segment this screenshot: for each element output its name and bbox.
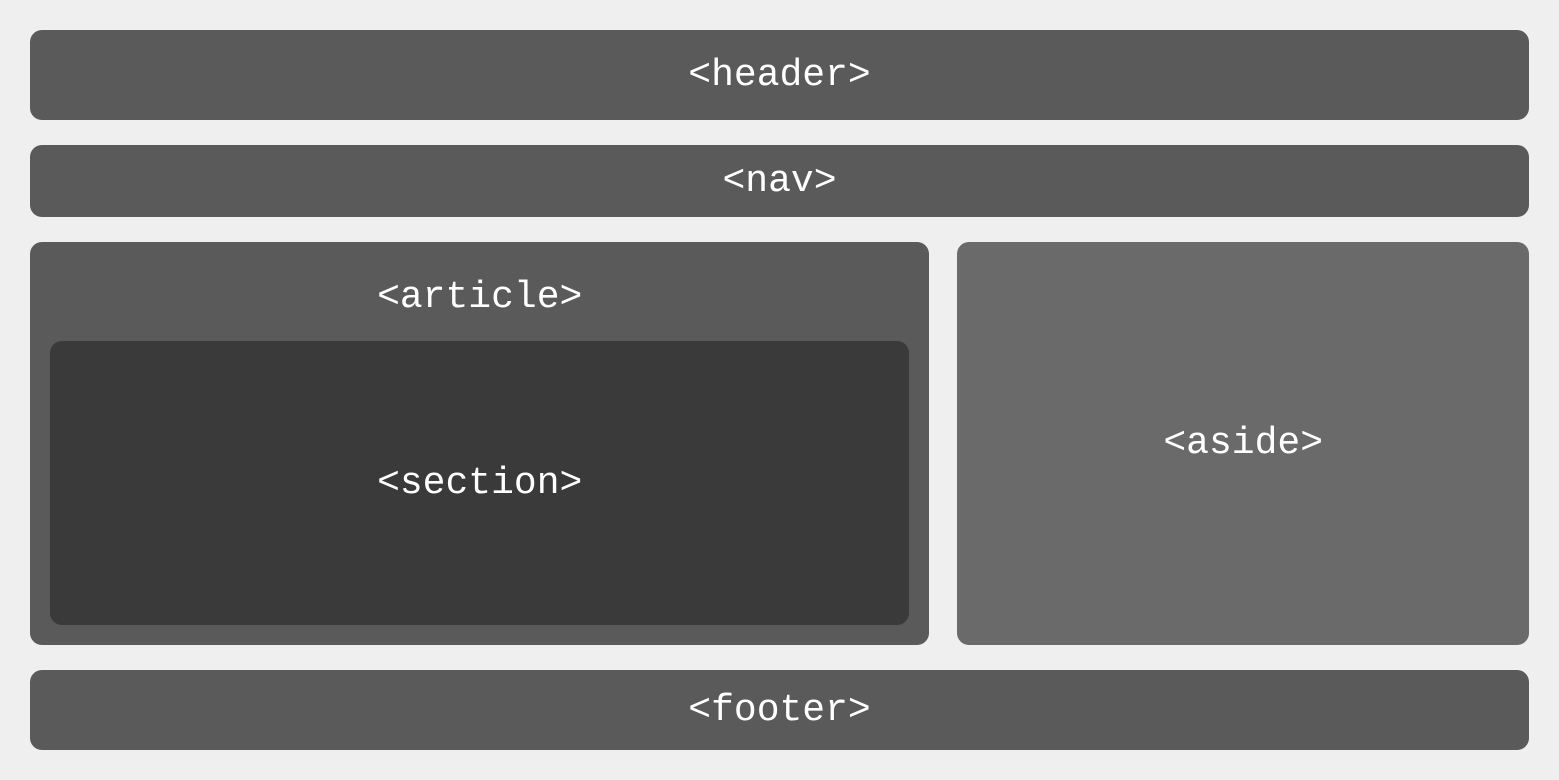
header-label: <header>	[688, 54, 870, 97]
section-label: <section>	[377, 462, 582, 505]
header-region: <header>	[30, 30, 1529, 120]
aside-region: <aside>	[957, 242, 1529, 645]
aside-label: <aside>	[1163, 422, 1323, 465]
html-layout-diagram: <header> <nav> <article> <section> <asid…	[30, 30, 1529, 750]
footer-region: <footer>	[30, 670, 1529, 750]
article-label: <article>	[50, 262, 909, 341]
nav-label: <nav>	[722, 160, 836, 203]
article-region: <article> <section>	[30, 242, 929, 645]
section-region: <section>	[50, 341, 909, 625]
footer-label: <footer>	[688, 689, 870, 732]
main-row: <article> <section> <aside>	[30, 242, 1529, 645]
nav-region: <nav>	[30, 145, 1529, 217]
